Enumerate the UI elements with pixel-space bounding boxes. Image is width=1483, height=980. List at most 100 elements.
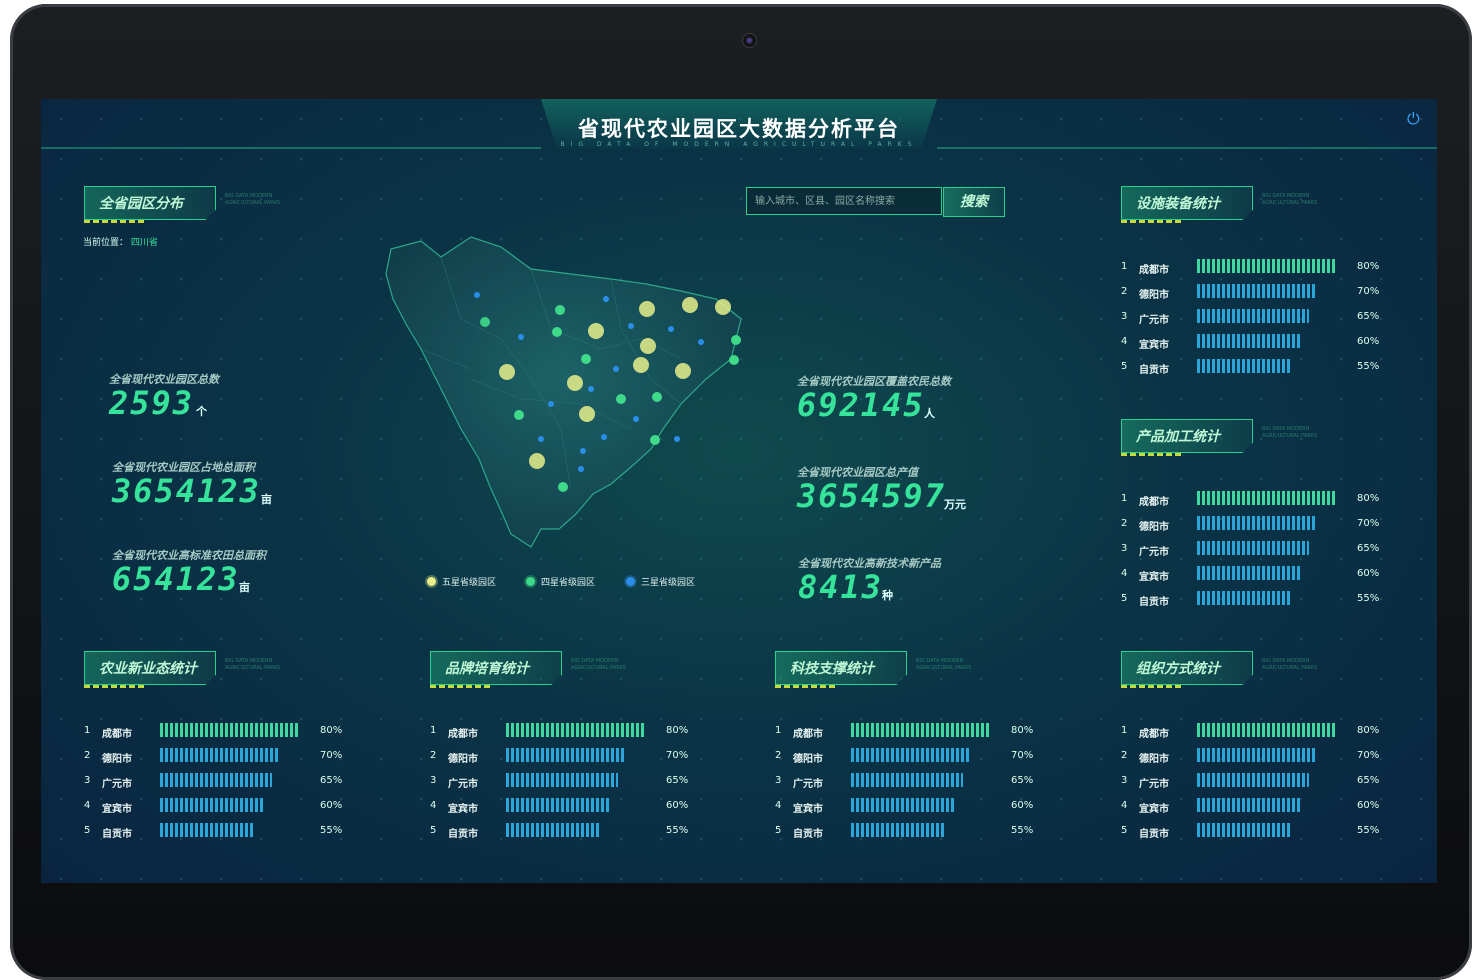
ranking-row: 3 广元市 65%: [1121, 539, 1411, 564]
ranking-row: 4 宜宾市 60%: [1121, 332, 1411, 357]
city-name: 成都市: [102, 729, 132, 740]
percent-value: 60%: [1357, 568, 1380, 579]
location-label: 当前位置：: [83, 238, 129, 248]
ranking-row: 3 广元市 65%: [84, 771, 374, 796]
stat-value-area: 3654123: [112, 472, 261, 510]
city-name: 宜宾市: [1139, 340, 1169, 351]
stat-value-farmland: 654123: [112, 560, 240, 598]
city-name: 自贡市: [1139, 365, 1169, 376]
panel-subtext: BIG DATA MODERN AGRICULTURAL PARKS: [1262, 658, 1318, 671]
rank-number: 3: [1121, 543, 1128, 554]
percent-value: 60%: [1357, 800, 1380, 811]
panel-title-facility: 设施装备统计: [1121, 186, 1253, 220]
header: 省现代农业园区大数据分析平台 BIG DATA OF MODERN AGRICU…: [541, 99, 937, 153]
ranking-row: 3 广元市 65%: [430, 771, 720, 796]
panel-dash: [84, 220, 144, 223]
panel-title-processing: 产品加工统计: [1121, 419, 1253, 453]
province-map[interactable]: [381, 229, 751, 559]
city-name: 宜宾市: [102, 804, 132, 815]
panel-title-org: 组织方式统计: [1121, 651, 1253, 685]
ranking-row: 2 德阳市 70%: [1121, 746, 1411, 771]
progress-bar: [851, 723, 989, 737]
percent-value: 60%: [1011, 800, 1034, 811]
header-line-right: [937, 147, 1437, 149]
city-name: 宜宾市: [1139, 572, 1169, 583]
city-name: 自贡市: [448, 829, 478, 840]
ranking-row: 4 宜宾市 60%: [1121, 796, 1411, 821]
percent-value: 70%: [1357, 518, 1380, 529]
city-name: 成都市: [448, 729, 478, 740]
search-button[interactable]: 搜索: [943, 187, 1005, 217]
percent-value: 60%: [1357, 336, 1380, 347]
panel-title-distribution: 全省园区分布: [84, 186, 216, 220]
percent-value: 70%: [320, 750, 343, 761]
rank-number: 2: [1121, 518, 1128, 529]
ranking-row: 1 成都市 80%: [1121, 489, 1411, 514]
percent-value: 80%: [320, 725, 343, 736]
legend-label: 四星省级园区: [541, 578, 596, 588]
ranking-row: 1 成都市 80%: [1121, 257, 1411, 282]
ranking-row: 4 宜宾市 60%: [84, 796, 374, 821]
ranking-row: 5 自贡市 55%: [1121, 589, 1411, 614]
panel-title-newbiz: 农业新业态统计: [84, 651, 216, 685]
panel-subtext: BIG DATA MODERN AGRICULTURAL PARKS: [225, 193, 281, 206]
city-name: 广元市: [1139, 315, 1169, 326]
percent-value: 55%: [1011, 825, 1034, 836]
rank-number: 5: [1121, 825, 1128, 836]
rank-number: 3: [1121, 311, 1128, 322]
panel-subtext: BIG DATA MODERN AGRICULTURAL PARKS: [571, 658, 627, 671]
percent-value: 80%: [1357, 725, 1380, 736]
percent-value: 65%: [1357, 311, 1380, 322]
dashboard-screen: 省现代农业园区大数据分析平台 BIG DATA OF MODERN AGRICU…: [41, 99, 1437, 883]
progress-bar: [1197, 284, 1317, 298]
stat-value-farmers: 692145: [797, 386, 925, 424]
percent-value: 55%: [1357, 825, 1380, 836]
city-name: 广元市: [1139, 779, 1169, 790]
city-name: 广元市: [102, 779, 132, 790]
city-name: 自贡市: [102, 829, 132, 840]
ranking-row: 4 宜宾市 60%: [775, 796, 1065, 821]
ranking-row: 3 广元市 65%: [775, 771, 1065, 796]
panel-title-text: 品牌培育统计: [445, 661, 529, 677]
progress-bar: [1197, 516, 1317, 530]
panel-title-brand: 品牌培育统计: [430, 651, 562, 685]
city-name: 自贡市: [1139, 829, 1169, 840]
search-input[interactable]: [746, 187, 942, 215]
rank-number: 1: [84, 725, 91, 736]
rank-number: 4: [1121, 568, 1128, 579]
ranking-row: 2 德阳市 70%: [775, 746, 1065, 771]
city-name: 成都市: [1139, 729, 1169, 740]
percent-value: 80%: [1357, 261, 1380, 272]
location-value[interactable]: 四川省: [131, 238, 158, 248]
ranking-row: 2 德阳市 70%: [1121, 282, 1411, 307]
panel-subtext: BIG DATA MODERN AGRICULTURAL PARKS: [916, 658, 972, 671]
rank-number: 2: [775, 750, 782, 761]
rank-number: 1: [1121, 261, 1128, 272]
stat-value-output: 3654597: [797, 477, 946, 515]
progress-bar: [1197, 773, 1309, 787]
percent-value: 80%: [666, 725, 689, 736]
legend-dot: [626, 577, 635, 586]
stat-value-total-parks: 2593: [109, 384, 195, 422]
ranking-row: 5 自贡市 55%: [430, 821, 720, 846]
panel-subtext: BIG DATA MODERN AGRICULTURAL PARKS: [225, 658, 281, 671]
stat-value-tech-products: 8413: [798, 568, 884, 606]
city-name: 宜宾市: [448, 804, 478, 815]
camera-icon: [743, 34, 756, 47]
power-icon[interactable]: ⏻: [1407, 111, 1423, 127]
progress-bar: [506, 823, 601, 837]
progress-bar: [1197, 748, 1317, 762]
panel-title-text: 设施装备统计: [1136, 196, 1220, 212]
progress-bar: [506, 798, 609, 812]
rank-number: 2: [1121, 286, 1128, 297]
legend-three-star: 三星省级园区: [626, 575, 695, 588]
ranking-list-newbiz: 1 成都市 80% 2 德阳市 70% 3 广元市 65% 4 宜宾市 60% 5 自贡市 55%: [84, 721, 374, 846]
city-name: 自贡市: [793, 829, 823, 840]
city-name: 德阳市: [1139, 522, 1169, 533]
percent-value: 80%: [1011, 725, 1034, 736]
percent-value: 55%: [666, 825, 689, 836]
ranking-row: 3 广元市 65%: [1121, 307, 1411, 332]
percent-value: 65%: [320, 775, 343, 786]
city-name: 德阳市: [102, 754, 132, 765]
ranking-row: 5 自贡市 55%: [775, 821, 1065, 846]
